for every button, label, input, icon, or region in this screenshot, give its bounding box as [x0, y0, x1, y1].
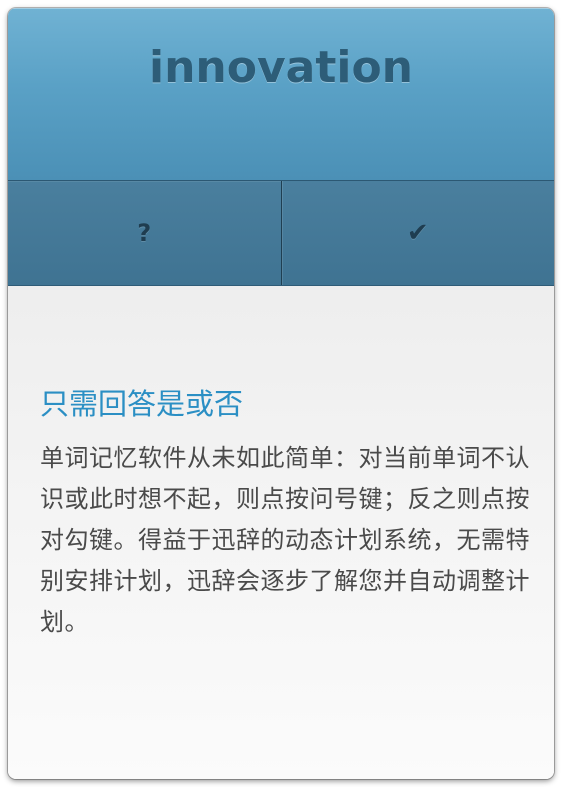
- header-bar: innovation: [8, 8, 554, 181]
- answer-button-row: ? ✔: [8, 180, 554, 286]
- description-section: 只需回答是或否 单词记忆软件从未如此简单：对当前单词不认识或此时想不起，则点按问…: [40, 384, 530, 643]
- app-title: innovation: [149, 42, 413, 93]
- section-heading: 只需回答是或否: [40, 387, 244, 421]
- dont-know-button[interactable]: ?: [8, 181, 281, 285]
- checkmark-icon: ✔: [406, 218, 429, 248]
- description-text: 单词记忆软件从未如此简单：对当前单词不认识或此时想不起，则点按问号键；反之则点按…: [40, 444, 530, 636]
- know-button[interactable]: ✔: [280, 181, 555, 285]
- question-mark-icon: ?: [137, 219, 152, 247]
- onboarding-card: innovation ? ✔ 只需回答是或否 单词记忆软件从未如此简单：对当前单…: [8, 8, 554, 779]
